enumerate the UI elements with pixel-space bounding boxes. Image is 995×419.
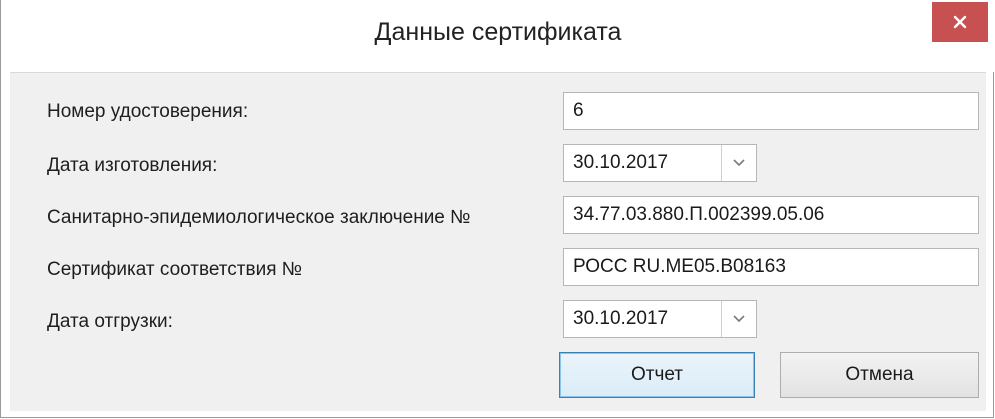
manufacture-date-dropdown[interactable] xyxy=(721,145,756,181)
shipment-date-value: 30.10.2017 xyxy=(573,308,669,329)
title-bar: Данные сертификата xyxy=(1,0,995,72)
sanitary-conclusion-input[interactable]: 34.77.03.880.П.002399.05.06 xyxy=(563,196,979,234)
chevron-down-icon xyxy=(733,159,745,167)
manufacture-date-label: Дата изготовления: xyxy=(47,155,218,176)
conformity-certificate-label: Сертификат соответствия № xyxy=(47,259,303,280)
close-icon xyxy=(953,15,967,29)
certificate-number-input[interactable]: 6 xyxy=(563,92,979,130)
shipment-date-picker[interactable]: 30.10.2017 xyxy=(563,300,757,338)
shipment-date-label: Дата отгрузки: xyxy=(47,311,173,332)
certificate-number-label: Номер удостоверения: xyxy=(47,101,249,122)
conformity-certificate-input[interactable]: РОСС RU.ME05.B08163 xyxy=(563,248,979,286)
shipment-date-dropdown[interactable] xyxy=(721,301,756,337)
form-panel: Номер удостоверения: 6 Дата изготовления… xyxy=(10,72,986,411)
manufacture-date-value: 30.10.2017 xyxy=(573,152,669,173)
chevron-down-icon xyxy=(733,315,745,323)
sanitary-conclusion-label: Санитарно-эпидемиологическое заключение … xyxy=(47,207,471,228)
report-button[interactable]: Отчет xyxy=(559,352,755,398)
certificate-dialog: Данные сертификата Номер удостоверения: … xyxy=(0,0,995,418)
manufacture-date-picker[interactable]: 30.10.2017 xyxy=(563,144,757,182)
cancel-button[interactable]: Отмена xyxy=(780,352,979,398)
close-button[interactable] xyxy=(932,2,988,42)
dialog-title: Данные сертификата xyxy=(374,18,622,46)
